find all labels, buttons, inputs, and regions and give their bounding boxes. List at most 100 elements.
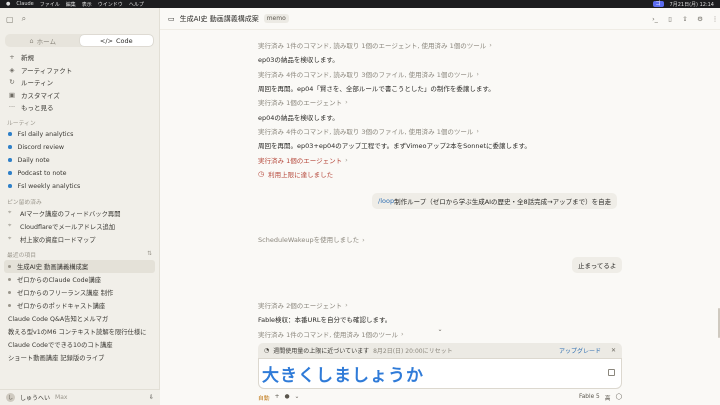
- more-options-icon[interactable]: ⋮: [710, 15, 720, 23]
- recent-item[interactable]: ゼロからのClaude Code講座: [0, 273, 159, 286]
- tool-summary-text: 実行済み 1件のコマンド, 使用済み 1個のツール: [258, 330, 399, 339]
- scroll-down-icon[interactable]: ⌄: [435, 326, 445, 334]
- tool-summary-text: 実行済み 1件のコマンド, 読み取り 1個のエージェント, 使用済み 1個のツー…: [258, 42, 487, 51]
- routine-item[interactable]: Podcast to note: [0, 167, 159, 180]
- upgrade-link[interactable]: アップグレード: [559, 346, 601, 355]
- recent-item-selected[interactable]: 生成AI史 動画講義構成案: [4, 259, 155, 273]
- chevron-right-icon: ›: [345, 155, 348, 164]
- tool-summary-error[interactable]: 実行済み 1個のエージェント ›: [258, 152, 620, 166]
- recent-item[interactable]: ゼロからのポッドキャスト講座: [0, 299, 159, 312]
- routine-item[interactable]: Daily note: [0, 154, 159, 167]
- message-stream: 実行済み 1件のコマンド, 読み取り 1個のエージェント, 使用済み 1個のツー…: [258, 38, 620, 181]
- menu-app-name[interactable]: Claude: [16, 1, 33, 7]
- nav-customize[interactable]: ▣ カスタマイズ: [0, 89, 159, 102]
- user-footer: し しゅうへい Max ⇩: [0, 389, 160, 405]
- routine-item[interactable]: Fsl weekly analytics: [0, 180, 159, 193]
- tool-summary[interactable]: 実行済み 4件のコマンド, 読み取り 3個のファイル, 使用済み 1個のツール ›: [258, 124, 620, 138]
- recent-label: 教える型v1のM6 コンテキスト読解を限行仕様に: [8, 328, 147, 336]
- pinned-item[interactable]: ⌖ Cloudflareでメールアドレス追加: [0, 220, 159, 233]
- mode-selector[interactable]: 自動: [258, 393, 270, 402]
- pinned-item[interactable]: ⌖ AIマーク講座のフィードバック再開: [0, 207, 159, 220]
- nav-artifacts-label: アーティファクト: [21, 66, 73, 75]
- assistant-text-content: ep03の納品を検収します。: [258, 56, 339, 65]
- pinned-label: Cloudflareでメールアドレス追加: [20, 223, 116, 231]
- home-icon: ⌂: [29, 36, 34, 45]
- nav-artifacts[interactable]: ◈ アーティファクト: [0, 64, 159, 77]
- nav-routines-label: ルーティン: [21, 79, 54, 88]
- message-stream-2: 実行済み 2個のエージェント › Fable検収：本番URLを自分でも確認します。…: [258, 298, 620, 341]
- context-icon[interactable]: ◯: [616, 394, 623, 400]
- nav-more[interactable]: ··· もっと見る: [0, 101, 159, 114]
- session-header: ▭ 生成AI史 動画講義構成案 memo ›_ ▯ ⇪ ⚙ ⋮: [160, 8, 720, 30]
- chevron-right-icon: ›: [345, 301, 348, 310]
- routine-dot-icon: [8, 171, 12, 175]
- mic-icon[interactable]: ⌄: [295, 394, 300, 400]
- settings-icon[interactable]: ⚙: [695, 15, 705, 23]
- attach-icon[interactable]: ●: [284, 394, 289, 400]
- menu-help[interactable]: ヘルプ: [129, 1, 144, 8]
- recent-item[interactable]: 教える型v1のM6 コンテキスト読解を限行仕様に: [0, 325, 159, 338]
- menu-file[interactable]: ファイル: [40, 1, 60, 8]
- sidebar: ▢ ⌕ ⌂ ホーム </> Code + 新規 ◈ アーティファクト ↻ ルーティン ▣ カ…: [0, 8, 160, 405]
- nav-routines[interactable]: ↻ ルーティン: [0, 76, 159, 89]
- tool-summary-text: 実行済み 1個のエージェント: [258, 156, 343, 165]
- tab-home[interactable]: ⌂ ホーム: [6, 35, 80, 46]
- chevron-right-icon: ›: [476, 126, 479, 135]
- recent-item[interactable]: ショート動画講座 記録版のライブ: [0, 351, 159, 364]
- assistant-text: ep03の納品を検収します。: [258, 52, 620, 66]
- nav-customize-label: カスタマイズ: [21, 91, 60, 100]
- filter-icon[interactable]: ⇅: [147, 251, 152, 257]
- recent-item[interactable]: ゼロからのフリーランス講座 制作: [0, 286, 159, 299]
- recent-item[interactable]: Claude Code Q&A告知とメルマガ: [0, 312, 159, 325]
- pinned-section-title: ピン留め済み: [0, 196, 159, 207]
- composer-input[interactable]: 大きくしましょうか: [262, 361, 424, 386]
- menu-datetime[interactable]: 7月21日(月) 12:14: [670, 1, 714, 8]
- menu-window[interactable]: ウインドウ: [98, 1, 123, 8]
- menu-view[interactable]: 表示: [82, 1, 92, 8]
- nav-new[interactable]: + 新規: [0, 51, 159, 64]
- model-selector[interactable]: Fable 5: [579, 394, 600, 400]
- session-title[interactable]: 生成AI史 動画講義構成案: [180, 14, 259, 24]
- customize-icon: ▣: [8, 90, 16, 99]
- user-message: /loop 制作ループ（ゼロから学ぶ生成AIの歴史・全8話完成→アップまで）を自…: [372, 193, 618, 209]
- menu-edit[interactable]: 編集: [66, 1, 76, 8]
- stop-icon[interactable]: [608, 369, 615, 376]
- usage-banner: ◔ 週間使用量の上限に近づいています 8月2日(日) 20:00にリセット アッ…: [258, 343, 622, 358]
- assistant-text-content: Fable検収：本番URLを自分でも確認します。: [258, 316, 392, 325]
- session-dot-icon: [8, 303, 11, 307]
- add-icon[interactable]: +: [275, 394, 280, 400]
- limit-notice-text: 利用上限に達しました: [268, 170, 334, 179]
- tab-code[interactable]: </> Code: [79, 35, 153, 46]
- chevron-right-icon: ›: [476, 69, 479, 78]
- tool-summary[interactable]: 実行済み 1個のエージェント ›: [258, 95, 620, 109]
- apple-icon[interactable]: ●: [6, 1, 10, 7]
- sidebar-toggle-icon[interactable]: ▢: [6, 15, 14, 24]
- tool-summary-text: 実行済み 1個のエージェント: [258, 99, 343, 108]
- pin-icon: ⌖: [8, 209, 12, 216]
- recent-label: Claude Code Q&A告知とメルマガ: [8, 315, 109, 323]
- tool-summary[interactable]: 実行済み 4件のコマンド, 読み取り 3個のファイル, 使用済み 1個のツール ›: [258, 67, 620, 81]
- avatar[interactable]: し: [6, 393, 15, 402]
- recent-item[interactable]: Claude Codeでできる10のコト講座: [0, 338, 159, 351]
- routine-item[interactable]: Discord review: [0, 141, 159, 154]
- tool-summary[interactable]: ScheduleWakeupを使用しました ›: [258, 234, 365, 244]
- input-method-badge[interactable]: ゴ: [652, 1, 664, 7]
- download-icon[interactable]: ⇩: [149, 394, 154, 401]
- close-icon[interactable]: ✕: [611, 347, 616, 354]
- assistant-text: 周回を再開。ep04「賢さを、全部ルールで書こうとした」の制作を委譲します。: [258, 81, 620, 95]
- panel-icon[interactable]: ▯: [665, 15, 675, 23]
- tool-summary[interactable]: 実行済み 2個のエージェント ›: [258, 298, 620, 312]
- user-name[interactable]: しゅうへい: [20, 393, 50, 402]
- effort-selector[interactable]: 高: [605, 393, 611, 402]
- search-icon[interactable]: ⌕: [22, 14, 26, 24]
- session-dot-icon: [8, 277, 11, 281]
- tool-summary[interactable]: 実行済み 1件のコマンド, 読み取り 1個のエージェント, 使用済み 1個のツー…: [258, 38, 620, 52]
- branch-badge[interactable]: memo: [263, 14, 289, 23]
- routine-item[interactable]: Fsl daily analytics: [0, 128, 159, 141]
- main-panel: ▭ 生成AI史 動画講義構成案 memo ›_ ▯ ⇪ ⚙ ⋮ 実行済み 1件の…: [160, 8, 720, 405]
- chevron-right-icon: ›: [362, 236, 365, 244]
- terminal-icon[interactable]: ›_: [650, 15, 660, 23]
- pinned-item[interactable]: ⌖ 村上家の資産ロードマップ: [0, 233, 159, 246]
- share-icon[interactable]: ⇪: [680, 15, 690, 23]
- message-composer[interactable]: 大きくしましょうか: [258, 358, 622, 389]
